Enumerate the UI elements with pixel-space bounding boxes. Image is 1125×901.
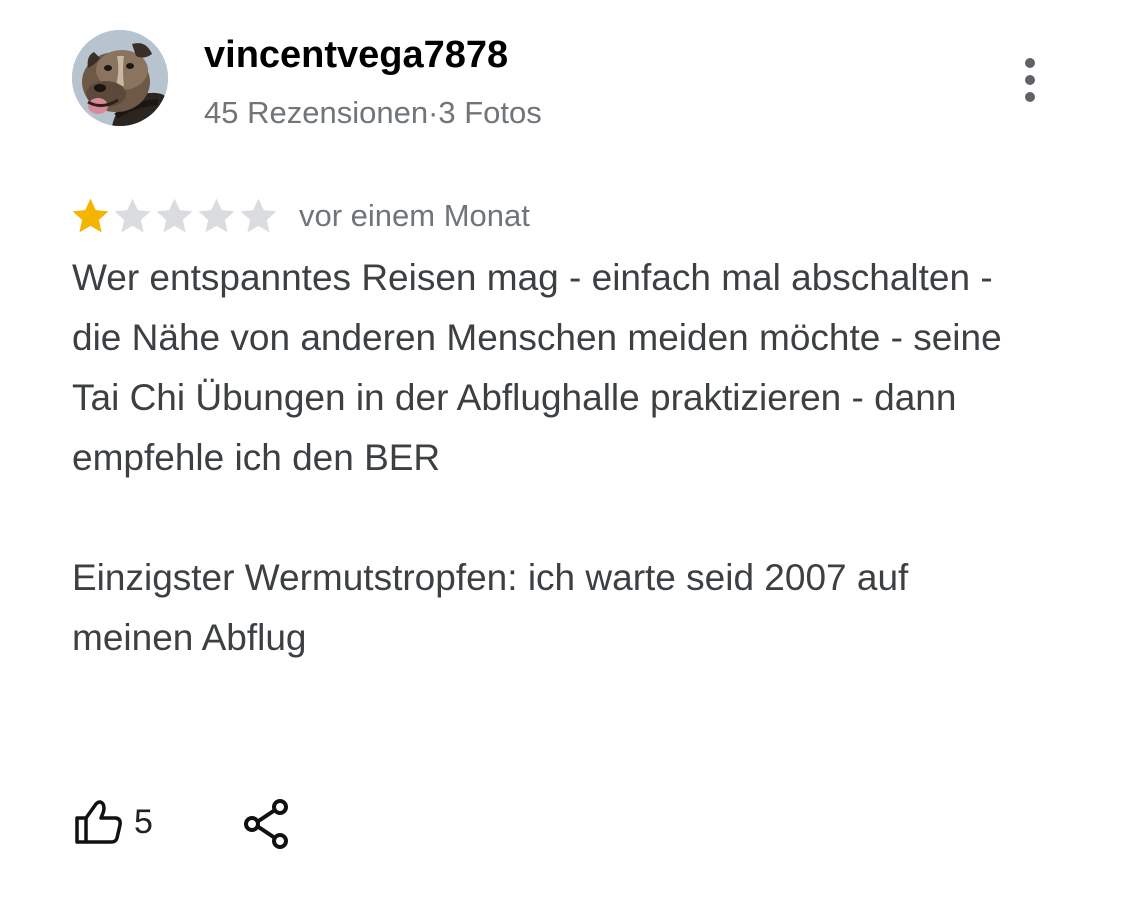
like-button[interactable]: 5 [72,792,153,852]
review-paragraph: Wer entspanntes Reisen mag - einfach mal… [72,257,1002,478]
star-empty-icon [198,198,235,232]
rating-row: vor einem Monat [70,192,530,240]
reviewer-stats[interactable]: 45 Rezensionen·3 Fotos [204,95,542,131]
star-empty-icon [114,198,151,232]
review-paragraph: Einzigster Wermutstropfen: ich warte sei… [72,557,909,658]
star-empty-icon [240,198,277,232]
more-vertical-icon-dot [1025,92,1035,102]
review-date: vor einem Monat [299,198,530,233]
more-options-button[interactable] [1008,54,1052,106]
share-button[interactable] [240,796,296,852]
like-count: 5 [134,802,153,841]
dog-photo-avatar [72,30,168,126]
star-filled-icon [72,198,109,232]
more-vertical-icon [1025,58,1035,68]
star-rating [70,196,279,237]
share-icon [244,799,288,849]
thumbs-up-icon [75,800,122,844]
review-text: Wer entspanntes Reisen mag - einfach mal… [72,248,1032,668]
avatar[interactable] [72,30,168,126]
more-vertical-icon-dot [1025,75,1035,85]
reviewer-name[interactable]: vincentvega7878 [204,34,508,77]
star-empty-icon [156,198,193,232]
